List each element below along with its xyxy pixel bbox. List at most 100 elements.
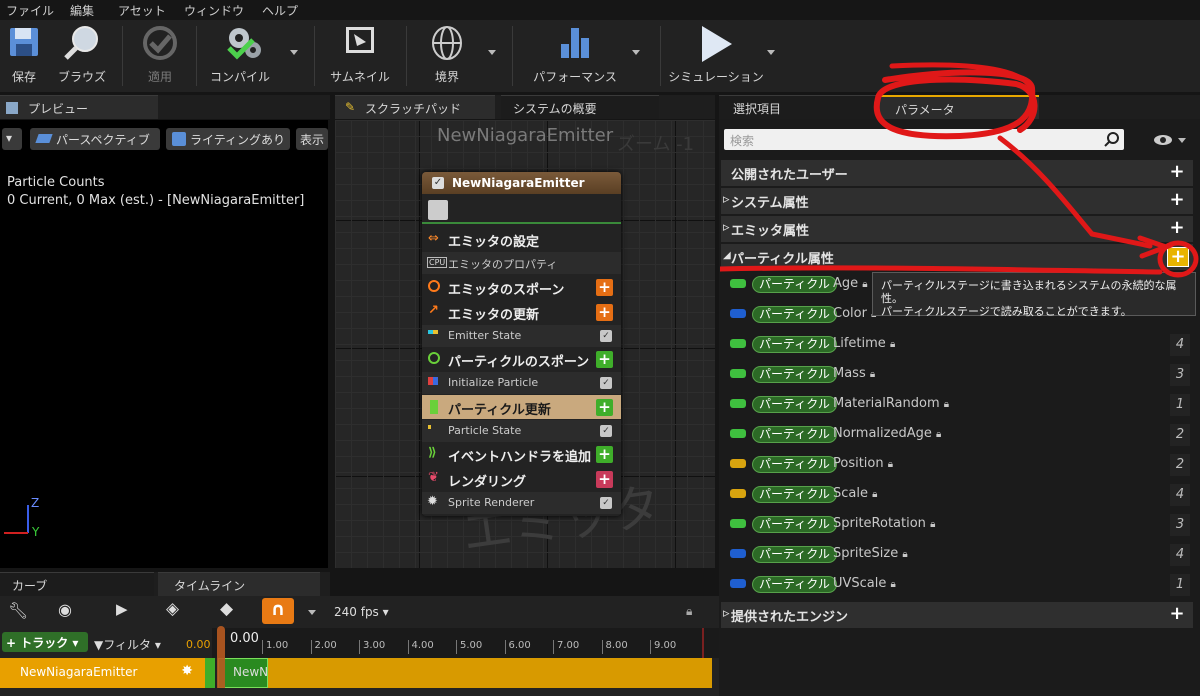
emitter-node[interactable]: ✓ NewNiagaraEmitter ⇔ エミッタの設定 CPU エミッタのプ… — [422, 172, 621, 516]
reference-count: 4 — [1170, 544, 1190, 566]
filter-button[interactable]: ▼フィルタ ▾ — [94, 636, 161, 653]
row-particle-spawn[interactable]: パーティクルのスポーン + — [422, 347, 621, 371]
add-renderer-button[interactable]: + — [596, 471, 613, 488]
parameter-row[interactable]: パーティクル NormalizedAge 🔒︎ 2 — [730, 421, 1190, 451]
module-enable-checkbox[interactable]: ✓ — [600, 497, 612, 509]
row-label: エミッタのプロパティ — [448, 258, 558, 271]
key-tag-icon[interactable]: ◆ — [220, 599, 233, 619]
parameter-row[interactable]: パーティクル MaterialRandom 🔒︎ 1 — [730, 391, 1190, 421]
row-emitter-properties[interactable]: CPU エミッタのプロパティ — [422, 252, 621, 274]
row-emitter-spawn[interactable]: エミッタのスポーン + — [422, 275, 621, 299]
module-enable-checkbox[interactable]: ✓ — [600, 330, 612, 342]
category-engine-provided[interactable]: ▹ 提供されたエンジン + — [721, 602, 1193, 628]
row-particle-state[interactable]: Particle State ✓ — [422, 420, 621, 442]
wrench-icon[interactable]: 🔧︎ — [8, 601, 28, 620]
tab-scratchpad[interactable]: ✎ スクラッチパッド — [335, 95, 495, 119]
namespace-tag: パーティクル — [752, 426, 837, 443]
parameter-row[interactable]: パーティクル SpriteSize 🔒︎ 4 — [730, 541, 1190, 571]
emitter-track-clip-area[interactable]: NewN — [218, 658, 712, 688]
thumbnail-label: サムネイル — [330, 70, 390, 84]
lighting-button[interactable]: ライティングあり — [166, 128, 290, 150]
add-module-button[interactable]: + — [596, 351, 613, 368]
tab-timeline[interactable]: タイムライン — [158, 572, 320, 596]
time-ruler[interactable]: 0.00 1.00 2.00 3.00 4.00 5.00 6.00 7.00 8.00 9.0… — [212, 628, 719, 658]
reference-count: 2 — [1170, 424, 1190, 446]
namespace-tag: パーティクル — [752, 366, 837, 383]
emitter-clip[interactable]: NewN — [218, 658, 268, 688]
performance-dropdown-icon[interactable] — [632, 50, 640, 55]
menu-file[interactable]: ファイル — [6, 2, 54, 19]
add-module-button[interactable]: + — [596, 304, 613, 321]
browse-button[interactable]: ブラウズ — [50, 20, 114, 92]
compile-button[interactable]: コンパイル — [202, 20, 288, 92]
parameter-row[interactable]: パーティクル Scale 🔒︎ 4 — [730, 481, 1190, 511]
tab-curves[interactable]: カーブ — [0, 572, 154, 596]
parameter-row[interactable]: パーティクル Lifetime 🔒︎ 4 — [730, 331, 1190, 361]
add-module-button[interactable]: + — [596, 399, 613, 416]
perspective-button[interactable]: パースペクティブ — [30, 128, 160, 150]
bounds-button[interactable]: 境界 — [412, 20, 482, 92]
fps-selector[interactable]: 240 fps ▾ — [334, 605, 389, 619]
node-divider — [422, 222, 621, 224]
lock-icon: 🔒︎ — [869, 369, 876, 380]
add-track-button[interactable]: + トラック ▾ — [2, 632, 88, 652]
lock-icon: 🔒︎ — [930, 519, 936, 530]
lock-icon[interactable]: 🔒︎ — [686, 604, 692, 619]
menu-asset[interactable]: アセット — [118, 2, 166, 19]
tab-system-overview[interactable]: システムの概要 — [501, 95, 659, 119]
row-render[interactable]: ❦ レンダリング + — [422, 467, 621, 491]
row-emitter-settings[interactable]: ⇔ エミッタの設定 — [422, 227, 621, 251]
compile-gears-icon — [227, 28, 261, 60]
type-color-pill — [730, 579, 746, 588]
playhead[interactable] — [217, 626, 225, 688]
thumbnail-icon — [346, 27, 374, 53]
perspective-label: パースペクティブ — [56, 133, 150, 147]
lock-icon: 🔒︎ — [936, 429, 942, 440]
parameter-row[interactable]: パーティクル UVScale 🔒︎ 1 — [730, 571, 1190, 601]
play-icon[interactable]: ▶ — [116, 600, 128, 618]
eye-icon[interactable]: ◉ — [58, 600, 72, 619]
menu-edit[interactable]: 編集 — [70, 2, 94, 19]
parameter-row[interactable]: パーティクル SpriteRotation 🔒︎ 3 — [730, 511, 1190, 541]
bounds-dropdown-icon[interactable] — [488, 50, 496, 55]
performance-button[interactable]: パフォーマンス — [520, 20, 630, 92]
emitter-thumbnail[interactable] — [428, 200, 448, 220]
add-module-button[interactable]: + — [596, 279, 613, 296]
emitter-track-row[interactable]: NewNiagaraEmitter ✸ — [0, 658, 205, 688]
axis-gizmo-icon — [4, 505, 29, 534]
row-initialize-particle[interactable]: Initialize Particle ✓ — [422, 372, 621, 394]
add-parameter-button[interactable]: + — [1169, 605, 1185, 623]
node-header[interactable]: ✓ NewNiagaraEmitter — [422, 172, 621, 194]
tab-preview[interactable]: プレビュー — [0, 95, 158, 119]
snap-magnet-icon[interactable]: ∩ — [262, 598, 294, 624]
parameter-name: SpriteSize 🔒︎ — [833, 546, 908, 561]
row-particle-update[interactable]: パーティクル更新 + — [422, 395, 621, 419]
event-signal-icon: ⟫ — [428, 445, 437, 459]
module-enable-checkbox[interactable]: ✓ — [600, 425, 612, 437]
apply-button[interactable]: 適用 — [130, 20, 190, 92]
save-button[interactable]: 保存 — [0, 20, 48, 92]
menu-window[interactable]: ウィンドウ — [184, 2, 244, 19]
module-enable-checkbox[interactable]: ✓ — [600, 377, 612, 389]
keyframe-icon[interactable]: ◈ — [166, 599, 179, 619]
row-sprite-renderer[interactable]: ✹ Sprite Renderer ✓ — [422, 492, 621, 514]
type-color-pill — [730, 429, 746, 438]
lighting-label: ライティングあり — [190, 133, 286, 147]
menu-help[interactable]: ヘルプ — [262, 2, 298, 19]
viewport-options-button[interactable]: ▾ — [2, 128, 22, 150]
show-button[interactable]: 表示 — [296, 128, 328, 150]
preview-viewport[interactable]: ▾ パースペクティブ ライティングあり 表示 Particle Counts 0… — [0, 120, 328, 568]
parameter-row[interactable]: パーティクル Mass 🔒︎ 3 — [730, 361, 1190, 391]
simulation-dropdown-icon[interactable] — [767, 50, 775, 55]
reference-count: 3 — [1170, 514, 1190, 536]
row-emitter-state[interactable]: Emitter State ✓ — [422, 325, 621, 347]
add-event-handler-button[interactable]: + — [596, 446, 613, 463]
row-add-event-handler[interactable]: ⟫ イベントハンドラを追加 + — [422, 442, 621, 466]
tooltip-line: パーティクルステージで読み取ることができます。 — [881, 305, 1132, 318]
axis-z-label: Z — [31, 496, 40, 510]
node-enable-checkbox[interactable]: ✓ — [432, 177, 444, 189]
row-emitter-update[interactable]: ↗ エミッタの更新 + — [422, 300, 621, 324]
compile-dropdown-icon[interactable] — [290, 50, 298, 55]
parameter-row[interactable]: パーティクル Position 🔒︎ 2 — [730, 451, 1190, 481]
thumbnail-button[interactable]: サムネイル — [320, 20, 400, 92]
